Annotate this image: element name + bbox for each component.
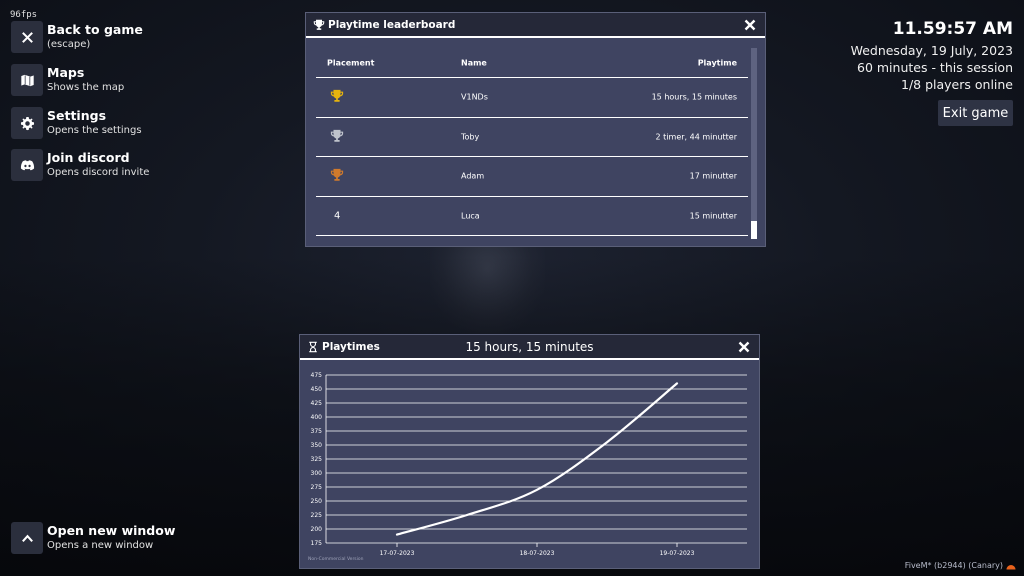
fps-counter: 96fps	[10, 10, 38, 20]
open-new-window-button[interactable]: Open new window Opens a new window	[11, 522, 175, 554]
y-tick-label: 400	[311, 414, 323, 421]
menu-item-subtitle: Opens discord invite	[47, 167, 150, 178]
y-tick-label: 350	[311, 442, 323, 449]
header-name: Name	[461, 58, 487, 67]
leaderboard-table: Placement Name Playtime V1NDs 15 hours, …	[316, 48, 748, 236]
player-playtime: 15 hours, 15 minutes	[651, 92, 737, 102]
header-placement: Placement	[327, 58, 375, 67]
playtimes-header[interactable]: Playtimes 15 hours, 15 minutes	[300, 335, 759, 360]
leaderboard-window: Playtime leaderboard Placement Name Play…	[305, 12, 766, 247]
y-tick-label: 425	[311, 400, 323, 407]
y-tick-label: 450	[311, 386, 323, 393]
placement-cell	[330, 89, 344, 105]
y-tick-label: 475	[311, 372, 323, 379]
map-icon	[11, 64, 43, 96]
date-text: Wednesday, 19 July, 2023	[850, 43, 1013, 58]
bronze-trophy-icon	[330, 169, 344, 181]
menu-item-title: Back to game	[47, 22, 143, 37]
discord-icon	[11, 149, 43, 181]
table-row: V1NDs 15 hours, 15 minutes	[316, 78, 748, 118]
window-title: Playtime leaderboard	[328, 18, 456, 31]
menu-item-title: Maps	[47, 65, 85, 80]
scrollbar-track[interactable]	[751, 48, 757, 239]
player-playtime: 17 minutter	[689, 171, 737, 181]
y-tick-label: 250	[311, 498, 323, 505]
y-axis-ticks: 175 200 225 250 275 300 325 350 375 400 425 450 475	[311, 372, 323, 547]
player-name: Adam	[461, 171, 485, 181]
menu-item-subtitle: Opens the settings	[47, 125, 142, 136]
total-playtime: 15 hours, 15 minutes	[465, 340, 594, 354]
close-icon[interactable]	[743, 17, 757, 31]
menu-item-title: Join discord	[47, 150, 130, 165]
placement-cell	[330, 168, 344, 184]
y-tick-label: 375	[311, 428, 323, 435]
table-row: Toby 2 timer, 44 minutter	[316, 118, 748, 157]
trophy-icon	[313, 19, 325, 30]
y-tick-label: 175	[311, 540, 323, 547]
header-playtime: Playtime	[697, 58, 737, 67]
leaderboard-header[interactable]: Playtime leaderboard	[306, 13, 765, 38]
clock: 11.59:57 AM	[892, 19, 1013, 39]
x-tick-label: 17-07-2023	[380, 550, 415, 557]
exit-game-button[interactable]: Exit game	[938, 100, 1013, 126]
player-playtime: 2 timer, 44 minutter	[655, 132, 737, 142]
footer-version: FiveM* (b2944) (Canary)	[905, 561, 1016, 570]
playtime-chart: 175200225250275300325350375400425450475 …	[308, 372, 747, 562]
settings-button[interactable]: Settings Opens the settings	[11, 107, 142, 139]
placement-cell: 4	[327, 210, 340, 221]
menu-item-subtitle: (escape)	[47, 39, 91, 50]
silver-trophy-icon	[330, 129, 344, 142]
players-online: 1/8 players online	[901, 77, 1013, 92]
canary-icon	[1006, 564, 1016, 569]
y-tick-label: 300	[311, 470, 323, 477]
y-tick-label: 225	[311, 512, 323, 519]
chart-watermark: Non-Commercial Version	[308, 556, 364, 562]
close-icon	[11, 21, 43, 53]
menu-item-title: Settings	[47, 108, 107, 123]
table-row: Adam 17 minutter	[316, 157, 748, 197]
x-tick-label: 19-07-2023	[660, 550, 695, 557]
y-tick-label: 325	[311, 456, 323, 463]
menu-item-title: Open new window	[47, 523, 176, 538]
table-row: 4 Luca 15 minutter	[316, 197, 748, 236]
x-axis-ticks: 17-07-2023 18-07-2023 19-07-2023	[380, 543, 695, 557]
placement-cell	[330, 129, 344, 145]
menu-item-subtitle: Shows the map	[47, 82, 125, 93]
back-to-game-button[interactable]: Back to game (escape)	[11, 21, 143, 53]
gear-icon	[11, 107, 43, 139]
player-playtime: 15 minutter	[689, 211, 737, 221]
chart-grid	[325, 374, 747, 544]
close-icon[interactable]	[737, 339, 751, 353]
maps-button[interactable]: Maps Shows the map	[11, 64, 124, 96]
y-tick-label: 200	[311, 526, 323, 533]
table-header: Placement Name Playtime	[316, 48, 748, 78]
placement-number: 4	[334, 210, 341, 222]
player-name: Toby	[461, 132, 480, 142]
y-tick-label: 275	[311, 484, 323, 491]
menu-item-subtitle: Opens a new window	[47, 540, 154, 551]
version-text: FiveM* (b2944) (Canary)	[904, 561, 1003, 570]
x-tick-label: 18-07-2023	[520, 550, 555, 557]
player-name: Luca	[461, 211, 480, 221]
session-time: 60 minutes - this session	[857, 60, 1013, 75]
scrollbar-thumb[interactable]	[751, 221, 757, 239]
playtimes-window: Playtimes 15 hours, 15 minutes 175 200 225…	[299, 334, 760, 569]
chevron-up-icon	[11, 522, 43, 554]
player-name: V1NDs	[461, 92, 488, 102]
gold-trophy-icon	[330, 90, 344, 102]
join-discord-button[interactable]: Join discord Opens discord invite	[11, 149, 149, 181]
